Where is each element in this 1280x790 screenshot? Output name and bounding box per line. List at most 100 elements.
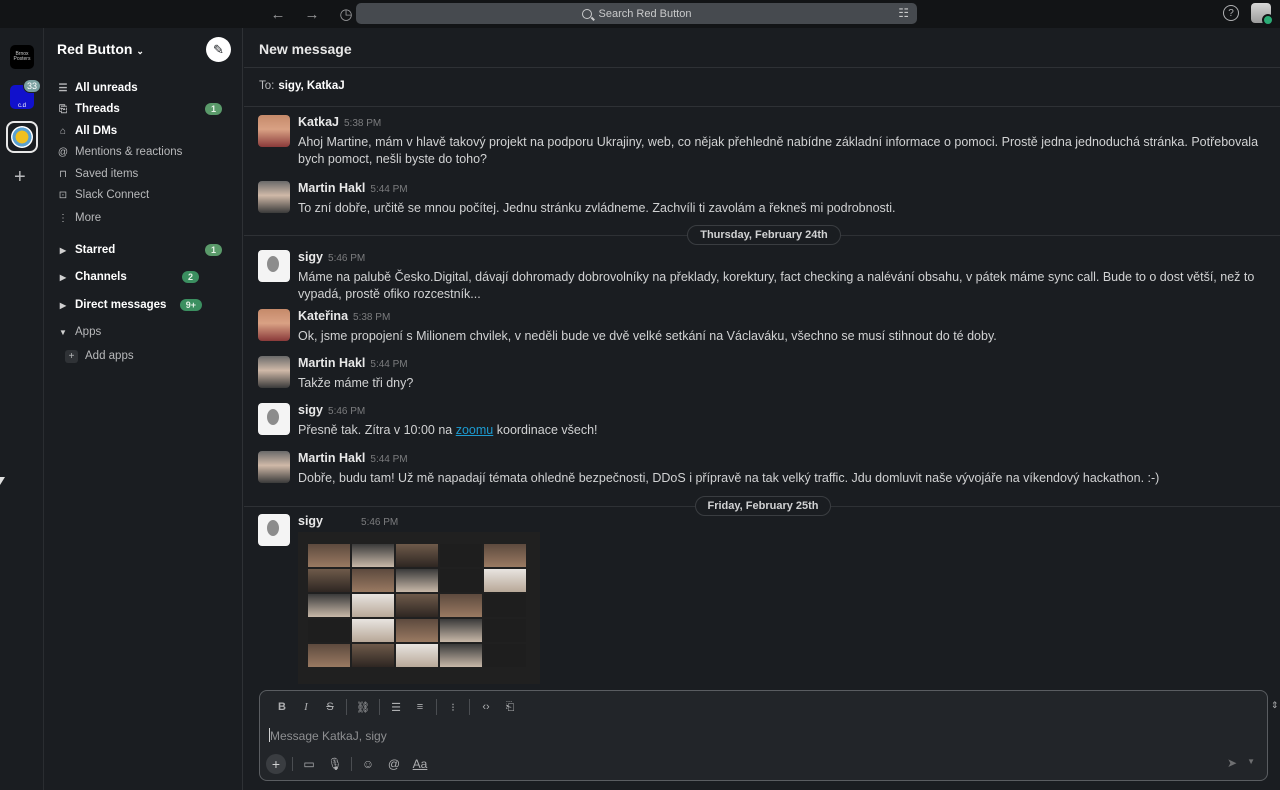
image-attachment[interactable] <box>298 532 540 684</box>
recipients-field[interactable]: To: sigy, KatkaJ <box>259 80 345 92</box>
emoji-icon[interactable]: ☺ <box>358 754 378 774</box>
search-icon <box>581 8 592 19</box>
add-workspace-icon[interactable]: + <box>14 166 26 189</box>
sidebar-item-slack-connect[interactable]: ⊡ Slack Connect <box>57 186 235 204</box>
sidebar-item-mentions[interactable]: @ Mentions & reactions <box>57 143 235 161</box>
channels-count-badge: 2 <box>181 271 199 283</box>
avatar[interactable] <box>258 309 290 341</box>
section-direct-messages[interactable]: ▶ Direct messages 9+ <box>57 296 235 314</box>
sidebar-item-all-unreads[interactable]: ☰ All unreads <box>57 79 235 97</box>
avatar[interactable] <box>258 403 290 435</box>
grid-tile <box>308 644 350 667</box>
sidebar-item-more[interactable]: ⋮ More <box>57 209 235 227</box>
grid-tile <box>352 644 394 667</box>
sidebar-item-all-dms[interactable]: ⌂ All DMs <box>57 122 235 140</box>
message-author[interactable]: KatkaJ <box>298 115 339 129</box>
dms-icon: ⌂ <box>59 125 67 137</box>
message-author[interactable]: Martin Hakl <box>298 181 365 195</box>
compose-button[interactable]: ✎ <box>206 37 231 62</box>
sidebar-item-saved[interactable]: ⊓ Saved items <box>57 165 235 183</box>
strikethrough-button[interactable]: S <box>318 699 342 715</box>
message-author[interactable]: sigy <box>298 403 323 417</box>
numbered-list-icon[interactable]: ≡ <box>408 699 432 715</box>
sidebar-item-label: All unreads <box>75 82 138 94</box>
message-time[interactable]: 5:38 PM <box>344 118 381 129</box>
video-call-grid <box>308 544 530 667</box>
back-arrow-icon[interactable]: ← <box>268 4 288 24</box>
link-icon[interactable]: ⛓ <box>351 699 375 715</box>
expand-composer-icon[interactable]: ⇕ <box>1271 700 1279 711</box>
italic-button[interactable]: I <box>294 699 318 715</box>
message-input[interactable]: Message KatkaJ, sigy <box>270 729 387 743</box>
attach-plus-icon[interactable]: + <box>266 754 286 774</box>
avatar[interactable] <box>258 115 290 147</box>
message-time[interactable]: 5:44 PM <box>370 184 407 195</box>
day-divider[interactable]: Thursday, February 24th <box>687 225 841 245</box>
message-text-part: Přesně tak. Zítra v 10:00 na <box>298 423 456 437</box>
message-time[interactable]: 5:44 PM <box>370 359 407 370</box>
message-author[interactable]: Martin Hakl <box>298 451 365 465</box>
zoom-link[interactable]: zoomu <box>456 423 494 437</box>
message-author[interactable]: sigy <box>298 250 323 264</box>
avatar[interactable] <box>258 181 290 213</box>
avatar[interactable] <box>258 250 290 282</box>
microphone-icon[interactable]: 🎙 <box>325 754 345 774</box>
search-bar[interactable]: Search Red Button ☷ <box>356 3 917 24</box>
code-block-icon[interactable]: ⎗ <box>498 699 522 715</box>
formatting-toolbar: B I S ⛓ ☰ ≡ ⁝ ‹› ⎗ <box>270 699 522 715</box>
grid-tile <box>352 594 394 617</box>
section-starred[interactable]: ▶ Starred 1 <box>57 241 235 259</box>
sidebar-item-threads[interactable]: ⎘ Threads 1 <box>57 100 235 118</box>
connect-icon: ⊡ <box>58 189 68 201</box>
sidebar-item-label: Mentions & reactions <box>75 146 183 158</box>
message-time[interactable]: 5:38 PM <box>353 312 390 323</box>
grid-tile <box>308 619 350 642</box>
message-time[interactable]: 5:46 PM <box>328 406 365 417</box>
to-value: sigy, KatkaJ <box>278 80 345 92</box>
workspace-name[interactable]: Red Button ⌄ <box>57 41 144 57</box>
avatar[interactable] <box>258 451 290 483</box>
starred-count-badge: 1 <box>204 244 222 256</box>
workspace-brnox[interactable]: Brnox Posters <box>10 45 34 69</box>
message-time[interactable]: 5:46 PM <box>328 253 365 264</box>
video-clip-icon[interactable]: ▭ <box>299 754 319 774</box>
user-avatar[interactable] <box>1251 3 1274 26</box>
help-icon[interactable]: ? <box>1223 5 1239 21</box>
search-filter-icon[interactable]: ☷ <box>898 6 909 20</box>
header-divider <box>244 67 1280 68</box>
message-author[interactable]: Kateřina <box>298 309 348 323</box>
mention-icon[interactable]: @ <box>384 754 404 774</box>
send-options-chevron-icon[interactable]: ▼ <box>1247 757 1255 766</box>
workspace-red-button[interactable] <box>6 121 38 153</box>
workspace-cd[interactable]: c.d 33 <box>10 79 41 109</box>
message-text-part: koordinace všech! <box>493 423 598 437</box>
message-time[interactable]: 5:44 PM <box>370 454 407 465</box>
history-clock-icon[interactable]: ◷ <box>336 4 356 24</box>
message-author[interactable]: sigy <box>298 514 323 528</box>
forward-arrow-icon[interactable]: → <box>302 4 322 24</box>
workspace-name-label: Red Button <box>57 41 133 57</box>
sidebar-item-label: Saved items <box>75 168 139 180</box>
message-text: Přesně tak. Zítra v 10:00 na zoomu koord… <box>298 422 1268 439</box>
message-author[interactable]: Martin Hakl <box>298 356 365 370</box>
grid-tile <box>396 594 438 617</box>
bold-button[interactable]: B <box>270 699 294 715</box>
grid-tile <box>484 594 526 617</box>
grid-tile <box>308 594 350 617</box>
chevron-down-icon: ⌄ <box>136 46 144 56</box>
add-apps-label: Add apps <box>85 350 134 362</box>
section-apps[interactable]: ▼ Apps <box>57 323 235 341</box>
blockquote-icon[interactable]: ⁝ <box>441 699 465 715</box>
code-icon[interactable]: ‹› <box>474 699 498 715</box>
bulleted-list-icon[interactable]: ☰ <box>384 699 408 715</box>
toolbar-divider <box>379 699 380 715</box>
grid-tile <box>484 644 526 667</box>
send-icon[interactable]: ➤ <box>1227 756 1237 770</box>
text-format-toggle[interactable]: Aa <box>410 754 430 774</box>
message-time[interactable]: 5:46 PM <box>361 517 398 528</box>
grid-tile <box>440 569 482 592</box>
add-apps-item[interactable]: + Add apps <box>65 347 243 365</box>
section-channels[interactable]: ▶ Channels 2 <box>57 268 235 286</box>
avatar[interactable] <box>258 514 290 546</box>
avatar[interactable] <box>258 356 290 388</box>
